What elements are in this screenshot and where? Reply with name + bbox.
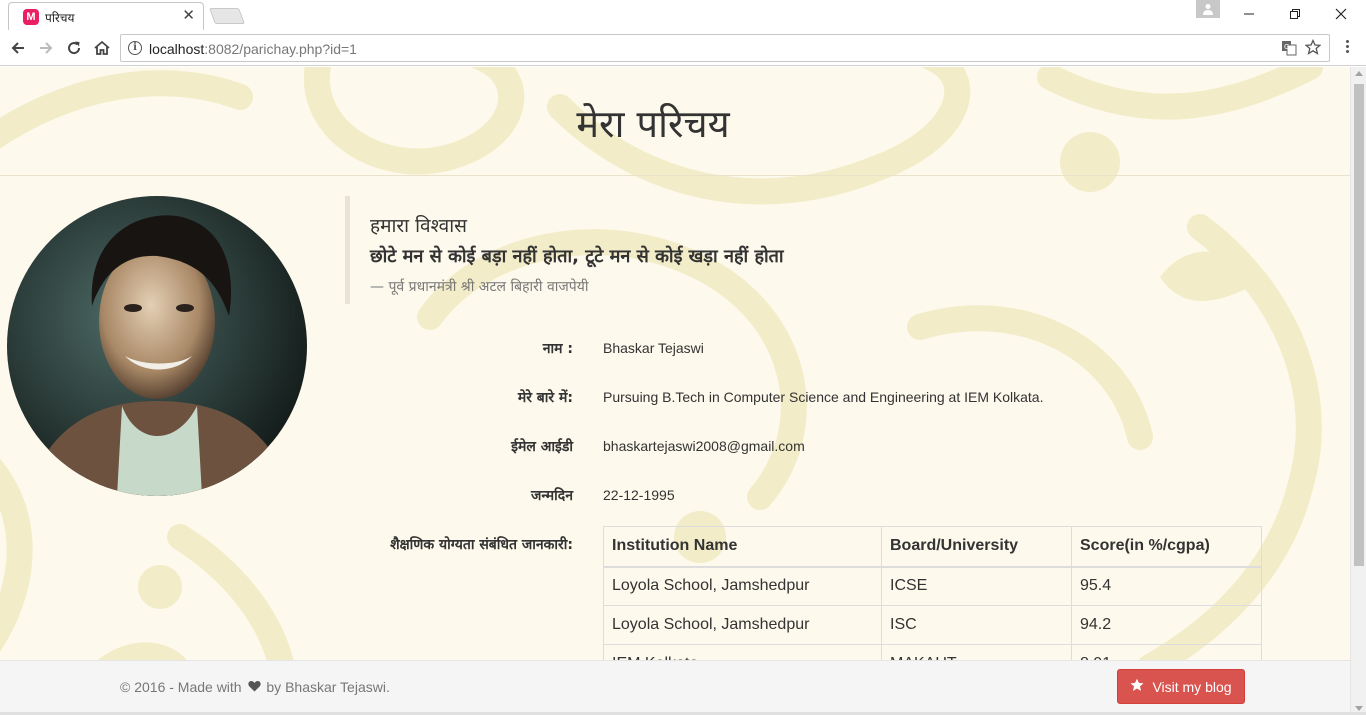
page-title: मेरा परिचय — [576, 102, 730, 146]
quote-block: हमारा विश्वास छोटे मन से कोई बड़ा नहीं ह… — [345, 196, 1045, 304]
close-window-icon[interactable] — [1318, 0, 1364, 28]
tab-close-icon[interactable]: ✕ — [182, 8, 195, 24]
browser-toolbar: i localhost:8082/parichay.php?id=1 G — [0, 30, 1366, 66]
tab-title: परिचय — [45, 11, 75, 25]
heart-icon — [247, 679, 261, 695]
back-icon[interactable] — [7, 37, 29, 59]
info-icon[interactable]: i — [128, 41, 142, 55]
education-label: शैक्षणिक योग्यता संबंधित जानकारी: — [390, 537, 573, 553]
page-scrollbar[interactable] — [1350, 67, 1366, 715]
visit-blog-button[interactable]: Visit my blog — [1117, 669, 1245, 704]
footer-credit-start: © 2016 - Made with — [120, 679, 242, 695]
url-text[interactable]: localhost:8082/parichay.php?id=1 — [149, 41, 357, 57]
table-cell: Loyola School, Jamshedpur — [603, 605, 882, 645]
translate-icon[interactable]: G — [1281, 40, 1297, 61]
name-label: नाम : — [542, 341, 573, 357]
table-row: Loyola School, Jamshedpur ISC 94.2 — [603, 605, 1262, 645]
table-header: Score(in %/cgpa) — [1071, 526, 1262, 568]
table-cell: 94.2 — [1071, 605, 1262, 645]
home-icon[interactable] — [91, 37, 113, 59]
quote-text: छोटे मन से कोई बड़ा नहीं होता, टूटे मन स… — [370, 246, 784, 267]
page-viewport: मेरा परिचय हमारा विश्वास छोटे मन से कोई … — [0, 67, 1366, 715]
page-footer: © 2016 - Made with by Bhaskar Tejaswi. V… — [0, 660, 1350, 715]
new-tab-button[interactable] — [209, 8, 245, 24]
table-cell: ICSE — [881, 566, 1072, 606]
email-label: ईमेल आईडी — [511, 439, 573, 455]
table-row: Loyola School, Jamshedpur ICSE 95.4 — [603, 566, 1262, 606]
star-icon[interactable] — [1304, 38, 1322, 60]
table-cell: Loyola School, Jamshedpur — [603, 566, 882, 606]
table-header: Board/University — [881, 526, 1072, 568]
footer-credit-end: by Bhaskar Tejaswi. — [266, 679, 390, 695]
quote-kicker: हमारा विश्वास — [370, 215, 467, 237]
svg-text:G: G — [1284, 43, 1289, 51]
quote-cite: — पूर्व प्रधानमंत्री श्री अटल बिहारी वाज… — [370, 279, 589, 295]
dob-value: 22-12-1995 — [603, 487, 675, 503]
profile-photo — [7, 196, 307, 496]
address-bar[interactable]: i localhost:8082/parichay.php?id=1 G — [120, 34, 1330, 62]
star-icon — [1130, 678, 1144, 695]
browser-tab[interactable]: M परिचय ✕ — [8, 2, 204, 30]
about-label: मेरे बारे में: — [517, 390, 573, 406]
browser-tabstrip: M परिचय ✕ — [0, 0, 1366, 30]
restore-icon[interactable] — [1272, 0, 1318, 28]
table-cell: ISC — [881, 605, 1072, 645]
menu-icon[interactable] — [1340, 38, 1354, 58]
dob-label: जन्मदिन — [530, 488, 573, 504]
table-cell: 95.4 — [1071, 566, 1262, 606]
reload-icon[interactable] — [63, 37, 85, 59]
scroll-thumb[interactable] — [1354, 84, 1364, 566]
scroll-down-icon[interactable] — [1355, 706, 1363, 711]
minimize-icon[interactable] — [1226, 0, 1272, 28]
email-value: bhaskartejaswi2008@gmail.com — [603, 438, 805, 454]
site-favicon-icon: M — [23, 9, 39, 25]
about-value: Pursuing B.Tech in Computer Science and … — [603, 389, 1044, 405]
forward-icon[interactable] — [35, 37, 57, 59]
profile-icon[interactable] — [1196, 0, 1220, 18]
visit-blog-label: Visit my blog — [1152, 678, 1232, 695]
footer-text: © 2016 - Made with by Bhaskar Tejaswi. — [120, 679, 390, 695]
scroll-up-icon[interactable] — [1355, 71, 1363, 76]
table-header-row: Institution Name Board/University Score(… — [603, 526, 1262, 568]
name-value: Bhaskar Tejaswi — [603, 340, 704, 356]
table-header: Institution Name — [603, 526, 882, 568]
page-header: मेरा परिचय — [0, 67, 1350, 176]
